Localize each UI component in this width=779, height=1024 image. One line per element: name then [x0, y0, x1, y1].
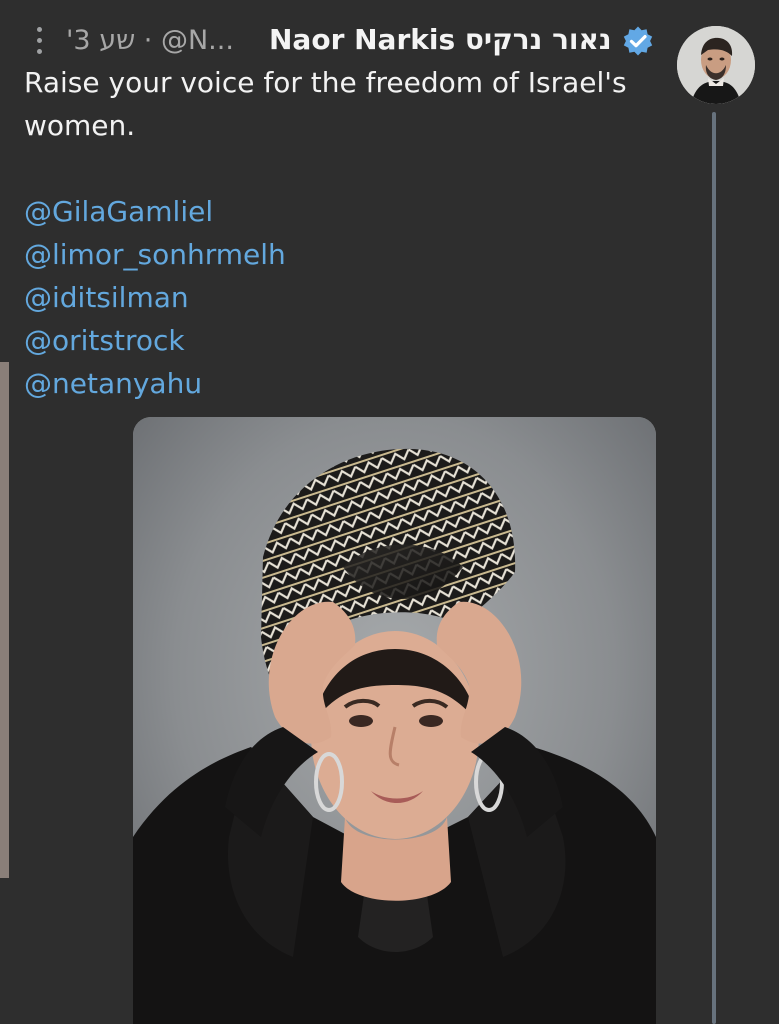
photo-woman-headscarf — [133, 417, 656, 1024]
more-vertical-icon[interactable] — [34, 27, 44, 57]
verified-badge-icon — [623, 26, 653, 56]
tweet-media-photo[interactable] — [133, 417, 656, 1024]
tweet-text-line-2: women. — [24, 109, 136, 142]
mention-link[interactable]: @netanyahu — [24, 362, 384, 405]
mention-link[interactable]: @limor_sonhrmelh — [24, 233, 384, 276]
tweet-text-line-1: Raise your voice for the freedom of Isra… — [24, 66, 627, 99]
mention-link[interactable]: @oritstrock — [24, 319, 384, 362]
handle-and-time[interactable]: '3 שע · @N... — [66, 22, 234, 60]
tweet-header: '3 שע · @N... Naor Narkis נאור נרקיס — [24, 19, 664, 63]
avatar-image — [677, 26, 755, 104]
author-avatar[interactable] — [677, 26, 755, 104]
thread-connector-line — [712, 112, 716, 1024]
mention-link[interactable]: @GilaGamliel — [24, 190, 384, 233]
mention-list: @GilaGamliel @limor_sonhrmelh @iditsilma… — [24, 190, 384, 405]
mention-link[interactable]: @iditsilman — [24, 276, 384, 319]
author-name[interactable]: Naor Narkis נאור נרקיס — [269, 20, 612, 60]
left-edge-panel — [0, 362, 9, 878]
tweet-body: Raise your voice for the freedom of Isra… — [24, 61, 664, 147]
tweet-screen: '3 שע · @N... Naor Narkis נאור נרקיס Rai… — [0, 0, 779, 1024]
